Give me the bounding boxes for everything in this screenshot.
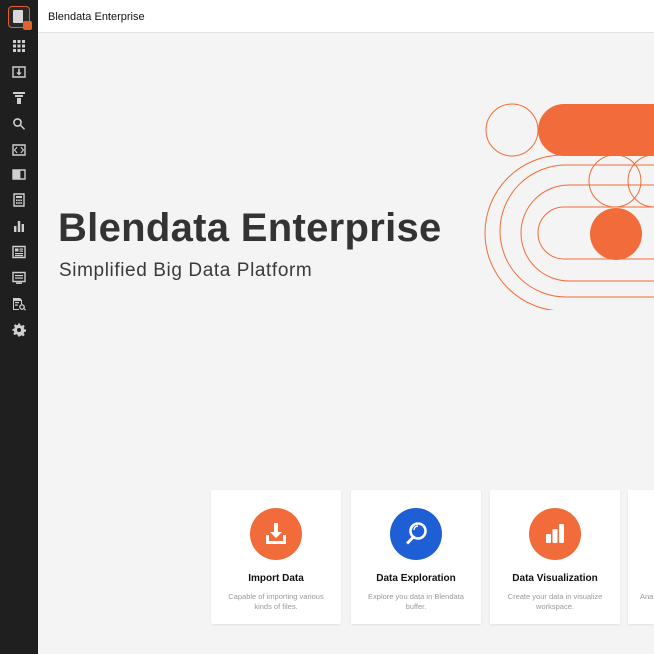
app-title: Blendata Enterprise [48, 11, 145, 23]
monitor-list-icon [12, 271, 26, 284]
card-title: Data Exploration [376, 573, 456, 584]
sidebar-item-import[interactable] [0, 60, 38, 84]
sidebar [0, 0, 38, 654]
logo-badge-icon [23, 21, 32, 30]
card-title: Import Data [248, 573, 304, 584]
document-search-icon [13, 298, 26, 311]
card-description: Capable of importing various kinds of fi… [228, 592, 324, 611]
card-icon-circle [250, 508, 302, 560]
sidebar-item-search[interactable] [0, 112, 38, 136]
card-partial[interactable]: Ana [628, 490, 654, 624]
dashboard-icon [12, 245, 26, 259]
card-icon-circle [390, 508, 442, 560]
logo-document-icon [13, 10, 23, 23]
hero-title: Blendata Enterprise [58, 206, 442, 250]
card-data-visualization[interactable]: Data Visualization Create your data in v… [490, 490, 620, 624]
download-icon [266, 523, 286, 544]
hero-subtitle: Simplified Big Data Platform [59, 260, 313, 281]
card-description: Create your data in visualize workspace. [507, 592, 603, 611]
code-icon [12, 144, 26, 156]
card-data-exploration[interactable]: Data Exploration Explore you data in Ble… [351, 490, 481, 624]
sidebar-item-apps[interactable] [0, 34, 38, 58]
sidebar-item-calculator[interactable] [0, 188, 38, 212]
card-import-data[interactable]: Import Data Capable of importing various… [211, 490, 341, 624]
gear-icon [12, 323, 26, 337]
sidebar-item-code[interactable] [0, 138, 38, 162]
card-title: Data Visualization [512, 573, 598, 584]
book-icon [12, 169, 26, 180]
filter-funnel-icon [13, 92, 25, 104]
card-description: Explore you data in Blendata buffer. [368, 592, 464, 611]
hero-decorative-graphic [484, 103, 654, 310]
bar-chart-icon [546, 524, 564, 543]
sidebar-item-monitor[interactable] [0, 266, 38, 290]
card-icon-circle [529, 508, 581, 560]
sidebar-item-charts[interactable] [0, 214, 38, 238]
magnifier-icon [406, 522, 427, 545]
import-tray-icon [12, 66, 26, 78]
card-description: Ana [640, 592, 654, 601]
top-bar: Blendata Enterprise [38, 0, 654, 33]
sidebar-item-settings[interactable] [0, 318, 38, 342]
bar-chart-icon [14, 221, 24, 232]
sidebar-item-document-search[interactable] [0, 292, 38, 316]
apps-grid-icon [13, 40, 25, 52]
calculator-icon [13, 193, 25, 207]
sidebar-item-book[interactable] [0, 162, 38, 186]
sidebar-item-dashboard[interactable] [0, 240, 38, 264]
app-logo[interactable] [8, 6, 32, 30]
search-icon [13, 118, 25, 130]
sidebar-item-filter[interactable] [0, 86, 38, 110]
